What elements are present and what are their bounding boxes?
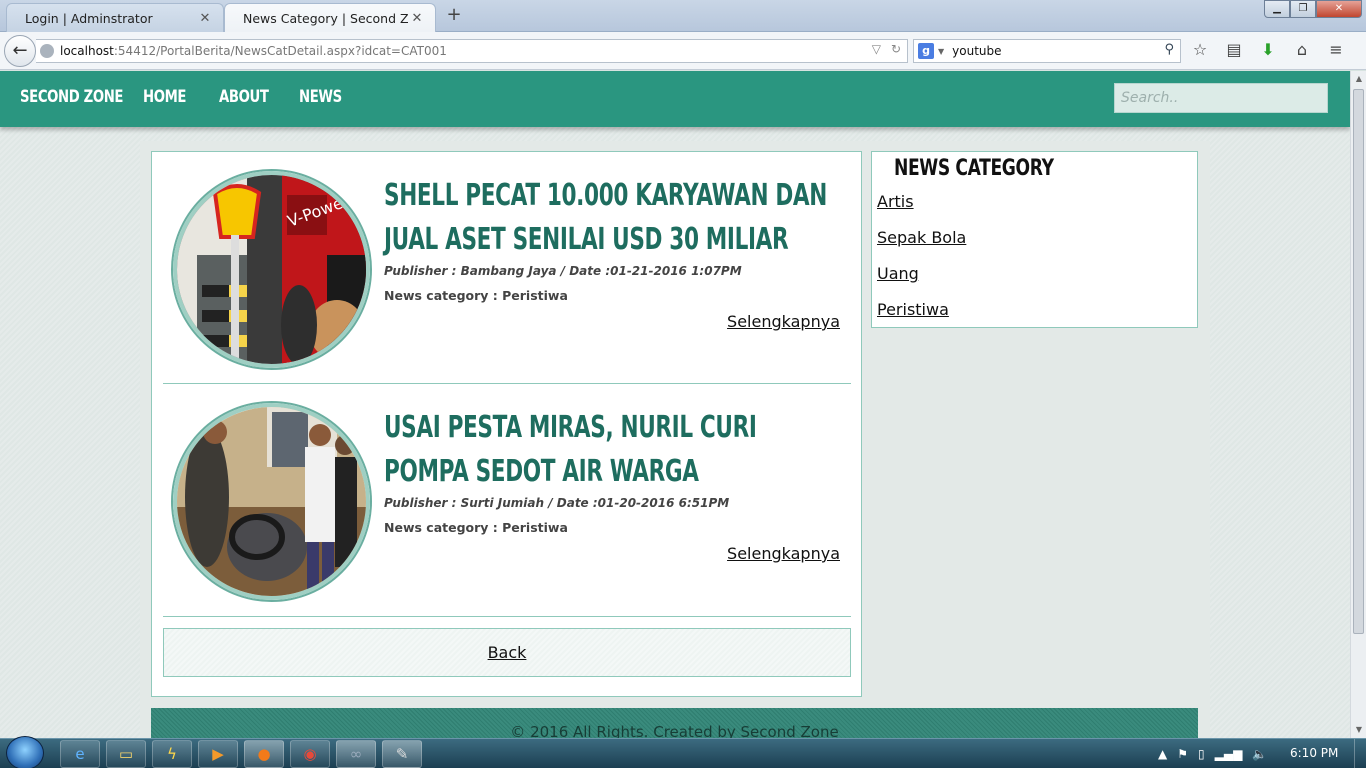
news-thumbnail[interactable] [173, 403, 370, 600]
vertical-scrollbar[interactable]: ▲ ▼ [1350, 71, 1366, 738]
download-icon[interactable]: ⬇ [1258, 40, 1278, 60]
taskbar-clock[interactable]: 6:10 PM [1290, 746, 1338, 760]
brand-link[interactable]: Second Zone [20, 87, 123, 107]
url-host: localhost [60, 44, 114, 58]
content-wrapper: V-Power Shell Pecat 10.000 Karyawan dan … [140, 141, 1210, 738]
news-item: Usai Pesta Miras, Nuril Curi Pompa Sedot… [163, 384, 851, 617]
menu-icon[interactable]: ≡ [1326, 40, 1346, 60]
sidebar-title: News Category [894, 156, 1054, 181]
category-link-artis[interactable]: Artis [877, 192, 914, 211]
shell-station-image: V-Power [177, 175, 366, 364]
back-box: Back [163, 628, 851, 677]
scroll-thumb[interactable] [1353, 89, 1364, 634]
media-player-icon[interactable]: ▶ [198, 740, 238, 768]
news-item: V-Power Shell Pecat 10.000 Karyawan dan … [163, 152, 851, 384]
site-header: Second Zone Home About News Search.. [0, 71, 1350, 127]
read-more-link[interactable]: Selengkapnya [727, 312, 840, 331]
ie-icon[interactable]: e [60, 740, 100, 768]
browser-search-bar[interactable]: g ▼ youtube ⚲ [913, 39, 1181, 63]
url-tools: ▽ ↻ [872, 42, 901, 56]
reload-icon[interactable]: ↻ [891, 42, 901, 56]
category-link-uang[interactable]: Uang [877, 264, 919, 283]
google-icon[interactable]: g [918, 43, 934, 59]
start-button[interactable] [6, 736, 44, 768]
news-list-panel: V-Power Shell Pecat 10.000 Karyawan dan … [151, 151, 862, 697]
news-title[interactable]: Shell Pecat 10.000 Karyawan dan Jual Ase… [384, 174, 845, 262]
nav-news[interactable]: News [299, 87, 342, 107]
news-thumbnail[interactable]: V-Power [173, 171, 370, 368]
news-category: News category : Peristiwa [384, 288, 568, 303]
close-icon[interactable]: ✕ [197, 11, 213, 26]
chrome-icon[interactable]: ◉ [290, 740, 330, 768]
bookmark-star-icon[interactable]: ☆ [1190, 40, 1210, 60]
url-bar[interactable]: localhost:54412/PortalBerita/NewsCatDeta… [36, 39, 908, 63]
scroll-up-icon[interactable]: ▲ [1354, 74, 1364, 84]
maximize-icon[interactable]: ❐ [1290, 0, 1316, 18]
site-search-input[interactable]: Search.. [1114, 83, 1328, 113]
close-icon[interactable]: ✕ [409, 11, 425, 26]
tab-news-category[interactable]: News Category | Second Zone ✕ [224, 3, 436, 32]
firefox-icon[interactable]: ● [244, 740, 284, 768]
browser-search-input[interactable]: youtube [952, 44, 1001, 58]
category-link-sepak-bola[interactable]: Sepak Bola [877, 228, 966, 247]
url-text: localhost:54412/PortalBerita/NewsCatDeta… [60, 44, 447, 58]
category-sidebar: News Category Artis Sepak Bola Uang Peri… [871, 151, 1198, 328]
tray-expand-icon[interactable]: ▲ [1158, 747, 1167, 761]
footer-text: © 2016 All Rights. Created by Second Zon… [510, 723, 839, 738]
news-category: News category : Peristiwa [384, 520, 568, 535]
back-button[interactable]: ← [4, 35, 36, 67]
toolbar-icons: ☆ ▤ ⬇ ⌂ ≡ [1190, 40, 1346, 60]
page-viewport: Second Zone Home About News Search.. [0, 71, 1350, 738]
nav-home[interactable]: Home [143, 87, 186, 107]
police-pump-image [177, 407, 366, 596]
news-publisher: Publisher : Bambang Jaya / Date :01-21-2… [384, 264, 742, 278]
explorer-icon[interactable]: ▭ [106, 740, 146, 768]
show-desktop-button[interactable] [1354, 739, 1366, 768]
tab-title: News Category | Second Zone [243, 10, 409, 26]
window-close-icon[interactable]: ✕ [1316, 0, 1362, 18]
windows-taskbar: e ▭ ϟ ▶ ● ◉ ∞ ✎ ▲ ⚑ ▯ ▂▄▆ 🔈 6:10 PM [0, 736, 1366, 768]
minimize-icon[interactable]: ▁ [1264, 0, 1290, 18]
window-controls: ▁ ❐ ✕ [1264, 0, 1362, 18]
reading-list-icon[interactable]: ▤ [1224, 40, 1244, 60]
home-icon[interactable]: ⌂ [1292, 40, 1312, 60]
new-tab-icon[interactable]: + [445, 6, 463, 24]
tab-login[interactable]: Login | Adminstrator ✕ [6, 3, 224, 32]
tab-title: Login | Adminstrator [25, 10, 153, 26]
globe-icon [40, 44, 54, 58]
action-center-icon[interactable]: ⚑ [1177, 747, 1188, 761]
scroll-down-icon[interactable]: ▼ [1354, 725, 1364, 735]
category-link-peristiwa[interactable]: Peristiwa [877, 300, 949, 319]
nav-about[interactable]: About [219, 87, 269, 107]
visual-studio-icon[interactable]: ∞ [336, 740, 376, 768]
url-path: :54412/PortalBerita/NewsCatDetail.aspx?i… [113, 44, 447, 58]
tab-bar: Login | Adminstrator ✕ News Category | S… [0, 0, 1366, 32]
browser-toolbar: localhost:54412/PortalBerita/NewsCatDeta… [0, 32, 1366, 70]
system-tray: ▲ ⚑ ▯ ▂▄▆ 🔈 [1158, 739, 1288, 768]
tools-icon[interactable]: ✎ [382, 740, 422, 768]
read-more-link[interactable]: Selengkapnya [727, 544, 840, 563]
dropdown-arrow-icon[interactable]: ▽ [872, 42, 881, 56]
volume-icon[interactable]: 🔈 [1252, 747, 1267, 761]
news-title[interactable]: Usai Pesta Miras, Nuril Curi Pompa Sedot… [384, 406, 845, 494]
winamp-icon[interactable]: ϟ [152, 740, 192, 768]
news-publisher: Publisher : Surti Jumiah / Date :01-20-2… [384, 496, 730, 510]
network-icon[interactable]: ▂▄▆ [1215, 747, 1243, 761]
site-footer: © 2016 All Rights. Created by Second Zon… [151, 708, 1198, 738]
device-icon[interactable]: ▯ [1198, 747, 1205, 761]
caret-down-icon[interactable]: ▼ [938, 47, 944, 56]
magnifier-icon[interactable]: ⚲ [1164, 42, 1174, 57]
back-link[interactable]: Back [488, 643, 527, 662]
